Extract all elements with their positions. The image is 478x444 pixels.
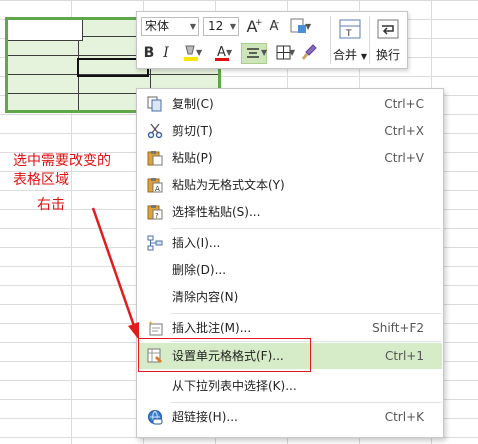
annotation-arrow (91, 207, 139, 340)
